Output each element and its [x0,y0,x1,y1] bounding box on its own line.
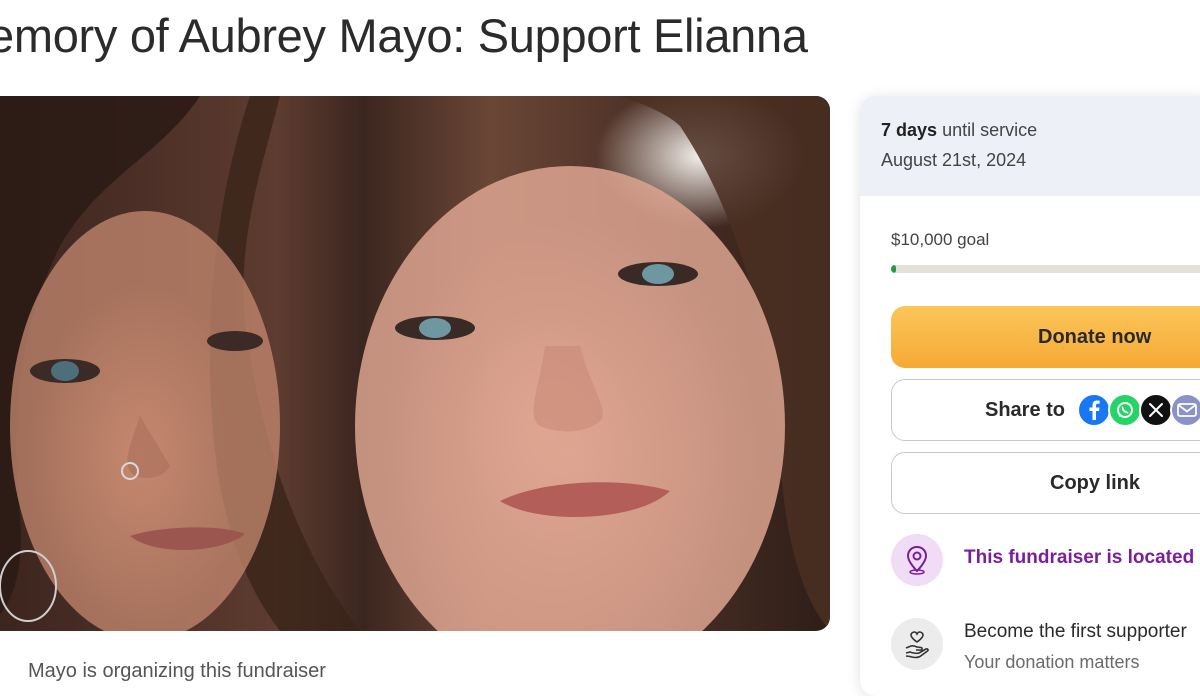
until-service-label: until service [942,120,1038,140]
fundraiser-cover-photo [0,96,830,631]
donate-now-button[interactable]: Donate now [891,306,1200,368]
page-title: emory of Aubrey Mayo: Support Elianna [0,9,808,62]
goal-progress-bar [891,265,1200,273]
donation-sidebar: 7 days until service August 21st, 2024 $… [860,96,1200,696]
service-date: August 21st, 2024 [881,150,1027,170]
whatsapp-icon[interactable] [1108,393,1143,427]
copy-link-button[interactable]: Copy link [891,452,1200,514]
days-until-service: 7 days [881,120,938,140]
fundraiser-location: This fundraiser is located in [964,547,1200,568]
heart-hand-icon [891,618,943,670]
location-row: This fundraiser is located in [891,534,1200,586]
service-countdown: 7 days until service August 21st, 2024 [860,96,1200,196]
email-icon[interactable] [1170,393,1200,427]
x-icon[interactable] [1139,393,1174,427]
location-pin-icon [891,534,943,586]
facebook-icon[interactable] [1077,393,1112,427]
goal-amount: $10,000 goal [891,230,990,249]
first-supporter-title: Become the first supporter [964,621,1187,642]
first-supporter-row: Become the first supporter Your donation… [891,618,1200,678]
donation-matters-subtitle: Your donation matters [964,652,1140,672]
share-label: Share to [985,398,1066,421]
goal-progress-fill [891,265,897,273]
organizer-caption: Mayo is organizing this fundraiser [28,660,326,682]
service-countdown-line: 7 days until service [881,96,1200,141]
share-button[interactable]: Share to [891,379,1200,441]
